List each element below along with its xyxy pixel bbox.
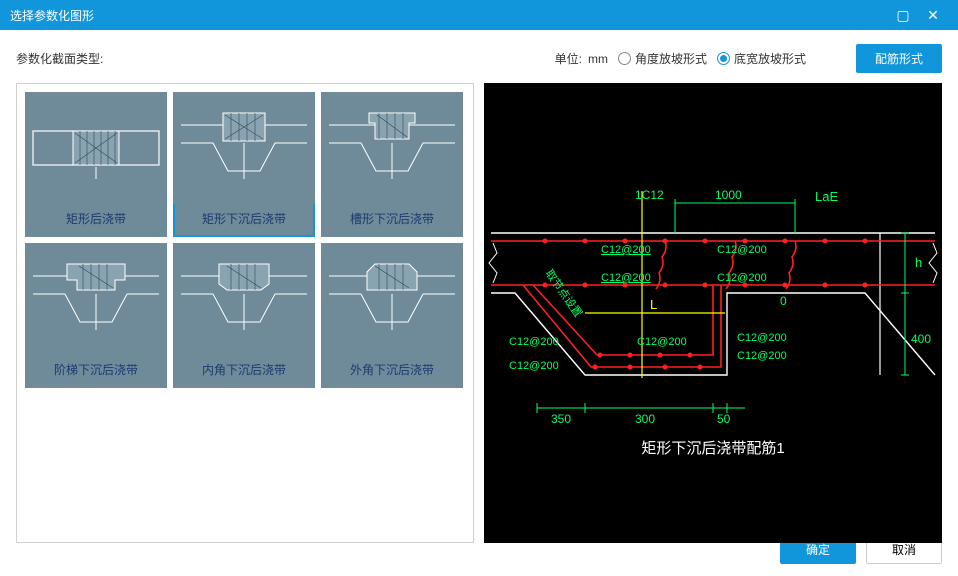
preview-svg: L 1C12 1000 LaE C12@200 C12@200 xyxy=(484,83,942,543)
card-label: 槽形下沉后浇带 xyxy=(321,204,463,237)
window-title: 选择参数化图形 xyxy=(10,7,888,24)
card-label: 内角下沉后浇带 xyxy=(173,355,315,388)
lbl-c12-g: C12@200 xyxy=(637,336,687,348)
header-row: 参数化截面类型: 单位: mm 角度放坡形式 底宽放坡形式 配筋形式 xyxy=(16,44,942,73)
note-text: 取节点设置 xyxy=(543,267,585,320)
dim-300: 300 xyxy=(635,412,655,426)
card-label: 阶梯下沉后浇带 xyxy=(25,355,167,388)
card-step-sunken-post-cast[interactable]: 阶梯下沉后浇带 xyxy=(25,243,167,388)
preview-canvas: L 1C12 1000 LaE C12@200 C12@200 xyxy=(484,83,942,543)
rebar-form-button[interactable]: 配筋形式 xyxy=(856,44,942,73)
unit-group: 单位: mm xyxy=(555,50,608,67)
card-outer-corner-sunken-post-cast[interactable]: 外角下沉后浇带 xyxy=(321,243,463,388)
radio-width-label: 底宽放坡形式 xyxy=(734,50,806,67)
radio-angle-slope[interactable]: 角度放坡形式 xyxy=(618,50,707,67)
section-type-label: 参数化截面类型: xyxy=(16,50,103,67)
lbl-1c12: 1C12 xyxy=(635,188,664,202)
lbl-LaE: LaE xyxy=(815,189,838,204)
dim-350: 350 xyxy=(551,412,571,426)
lbl-c12-e: C12@200 xyxy=(509,336,559,348)
radio-angle-label: 角度放坡形式 xyxy=(635,50,707,67)
lbl-c12-d: C12@200 xyxy=(717,272,767,284)
unit-label: 单位: xyxy=(555,50,582,67)
lbl-c12-h: C12@200 xyxy=(737,332,787,344)
card-label: 矩形下沉后浇带 xyxy=(173,204,315,237)
dim-L: L xyxy=(650,297,657,312)
dim-zero: 0 xyxy=(780,294,787,308)
radio-width-slope[interactable]: 底宽放坡形式 xyxy=(717,50,806,67)
card-label: 外角下沉后浇带 xyxy=(321,355,463,388)
content: 参数化截面类型: 单位: mm 角度放坡形式 底宽放坡形式 配筋形式 xyxy=(0,30,958,576)
titlebar: 选择参数化图形 ▢ ✕ xyxy=(0,0,958,30)
dim-1000: 1000 xyxy=(715,188,742,202)
dim-50: 50 xyxy=(717,412,731,426)
lbl-c12-c: C12@200 xyxy=(601,272,651,284)
dim-400: 400 xyxy=(911,332,931,346)
unit-value: mm xyxy=(588,52,608,66)
card-rect-post-cast[interactable]: 矩形后浇带 xyxy=(25,92,167,237)
lbl-c12-i: C12@200 xyxy=(737,350,787,362)
preview-title: 矩形下沉后浇带配筋1 xyxy=(641,440,784,457)
card-rect-sunken-post-cast[interactable]: 矩形下沉后浇带 xyxy=(173,92,315,237)
card-inner-corner-sunken-post-cast[interactable]: 内角下沉后浇带 xyxy=(173,243,315,388)
dim-h: h xyxy=(915,255,922,270)
card-groove-sunken-post-cast[interactable]: 槽形下沉后浇带 xyxy=(321,92,463,237)
close-button[interactable]: ✕ xyxy=(918,0,948,30)
main-row: 矩形后浇带 矩形下沉后浇带 xyxy=(16,83,942,523)
lbl-c12-f: C12@200 xyxy=(509,360,559,372)
section-gallery: 矩形后浇带 矩形下沉后浇带 xyxy=(16,83,474,543)
lbl-c12-b: C12@200 xyxy=(717,244,767,256)
card-label: 矩形后浇带 xyxy=(25,204,167,237)
lbl-c12-a: C12@200 xyxy=(601,244,651,256)
maximize-button[interactable]: ▢ xyxy=(888,0,918,30)
